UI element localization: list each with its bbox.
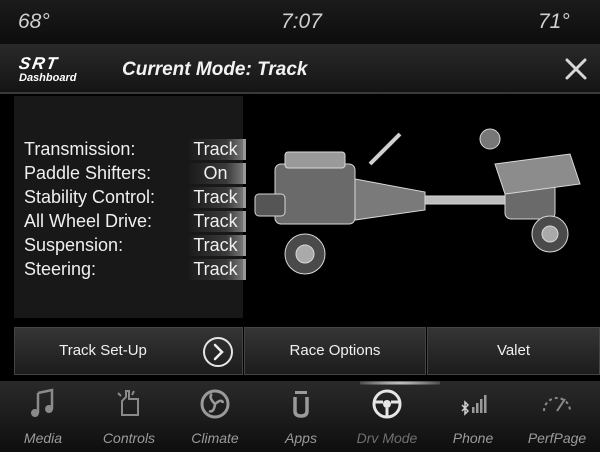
setting-value: Track <box>188 187 246 208</box>
dock-item-perfpage[interactable]: PerfPage <box>514 381 600 452</box>
setting-label: Suspension: <box>24 235 124 255</box>
dock-label: Phone <box>452 430 494 446</box>
track-setup-label: Track Set-Up <box>59 342 147 359</box>
setting-label: Transmission: <box>24 139 136 159</box>
clock: 7:07 <box>281 10 322 33</box>
bottom-dock: Media Controls Climate Apps Drv Mode Pho… <box>0 381 600 452</box>
mode-button-bar: Track Set-Up Race Options Valet <box>14 327 600 375</box>
active-tab-indicator <box>360 381 440 385</box>
dock-item-controls[interactable]: Controls <box>86 381 172 452</box>
right-temperature: 71° <box>538 10 570 33</box>
setting-row-paddle-shifters: Paddle Shifters: On <box>24 163 246 187</box>
race-options-button[interactable]: Race Options <box>244 327 426 375</box>
setting-row-stability-control: Stability Control: Track <box>24 187 246 211</box>
dock-label: Media <box>23 430 63 446</box>
setting-row-suspension: Suspension: Track <box>24 235 246 259</box>
setting-label: Stability Control: <box>24 187 156 207</box>
setting-value: Track <box>188 235 246 256</box>
setting-label: All Wheel Drive: <box>24 211 153 231</box>
music-note-icon <box>24 387 62 421</box>
dock-label: Controls <box>102 430 156 446</box>
drivetrain-illustration <box>250 124 590 314</box>
close-icon[interactable] <box>560 53 592 85</box>
status-bar: 68° 7:07 71° <box>0 0 600 44</box>
left-temperature: 68° <box>18 10 50 33</box>
setting-label: Paddle Shifters: <box>24 163 152 183</box>
setting-row-transmission: Transmission: Track <box>24 139 246 163</box>
dock-label: Apps <box>285 430 317 446</box>
dock-label: PerfPage <box>527 430 587 446</box>
track-setup-button[interactable]: Track Set-Up <box>14 327 243 375</box>
setting-value: Track <box>188 139 246 160</box>
dock-label: Climate <box>191 430 239 446</box>
logo-srt-text: SRT <box>17 54 61 73</box>
setting-row-all-wheel-drive: All Wheel Drive: Track <box>24 211 246 235</box>
dock-label: Drv Mode <box>356 430 418 446</box>
dock-item-media[interactable]: Media <box>0 381 86 452</box>
dock-item-apps[interactable]: Apps <box>258 381 344 452</box>
dock-item-climate[interactable]: Climate <box>172 381 258 452</box>
valet-button[interactable]: Valet <box>427 327 600 375</box>
dock-item-phone[interactable]: Phone <box>430 381 516 452</box>
dock-item-drv-mode[interactable]: Drv Mode <box>344 381 430 452</box>
mode-settings-panel: Transmission: Track Paddle Shifters: On … <box>14 96 246 318</box>
setting-value: Track <box>188 259 246 280</box>
climate-fan-icon <box>196 387 234 421</box>
logo-dashboard-text: Dashboard <box>19 72 77 84</box>
controls-hand-icon <box>110 387 148 421</box>
steering-wheel-icon <box>368 387 406 421</box>
phone-bluetooth-signal-icon <box>454 387 492 421</box>
gauge-icon <box>538 387 576 421</box>
page-title: Current Mode: Track <box>122 59 308 80</box>
setting-value: On <box>188 163 246 184</box>
setting-value: Track <box>188 211 246 232</box>
chevron-right-icon <box>203 337 233 367</box>
setting-label: Steering: <box>24 259 97 279</box>
srt-dashboard-logo: SRT Dashboard <box>17 54 99 86</box>
apps-icon <box>282 387 320 421</box>
mode-content: Transmission: Track Paddle Shifters: On … <box>0 94 600 327</box>
setting-row-steering: Steering: Track <box>24 259 246 283</box>
header-bar: SRT Dashboard Current Mode: Track <box>0 44 600 94</box>
